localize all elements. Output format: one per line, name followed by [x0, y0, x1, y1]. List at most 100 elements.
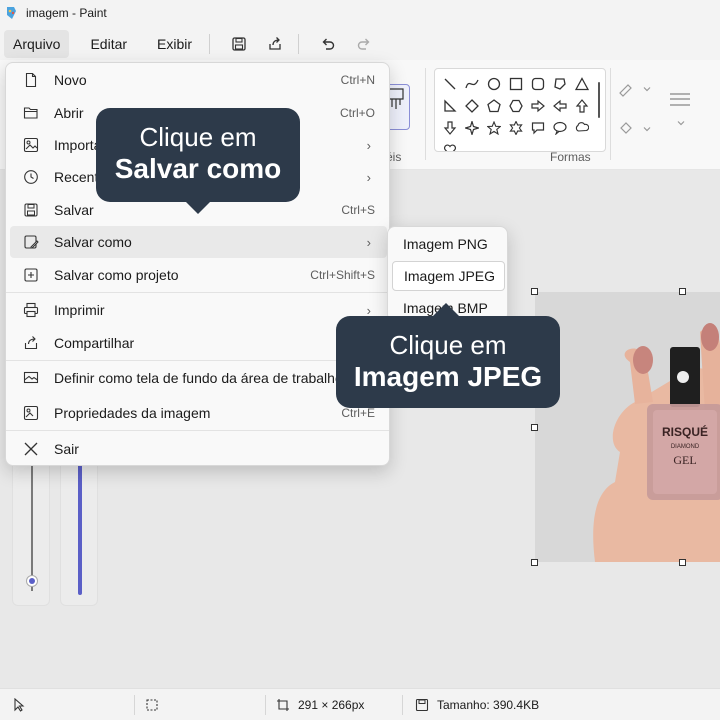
- shortcut-label: Ctrl+E: [341, 406, 375, 420]
- submenu-item-jpeg[interactable]: Imagem JPEG: [392, 261, 505, 291]
- menu-separator: [6, 292, 389, 293]
- menu-item-label: Abrir: [54, 105, 84, 121]
- shortcut-label: Ctrl+O: [339, 106, 375, 120]
- menu-item-label: Definir como tela de fundo da área de tr…: [54, 370, 343, 386]
- resize-handle[interactable]: [679, 559, 686, 566]
- menu-item-label: Imprimir: [54, 302, 105, 318]
- canvas-size: 291 × 266px: [266, 689, 402, 720]
- menu-item-label: Salvar: [54, 202, 94, 218]
- paint-app-icon: [7, 7, 16, 19]
- down-arrow-shape-icon[interactable]: [439, 117, 461, 139]
- title-bar: imagem - Paint: [0, 0, 720, 26]
- callout-line1: Clique em: [389, 330, 507, 360]
- shortcut-label: Ctrl+Shift+S: [310, 268, 375, 282]
- chevron-down-icon: [677, 121, 685, 126]
- curve-shape-icon[interactable]: [461, 73, 483, 95]
- menu-view[interactable]: Exibir: [148, 30, 201, 58]
- file-size: Tamanho: 390.4KB: [403, 689, 539, 720]
- wallpaper-icon: [22, 369, 40, 387]
- hexagon-shape-icon[interactable]: [505, 95, 527, 117]
- recent-icon: [22, 168, 40, 186]
- cloud-callout-shape-icon[interactable]: [571, 117, 593, 139]
- menu-item-label: Novo: [54, 72, 87, 88]
- ribbon-divider: [610, 68, 611, 160]
- menu-item-set-wallpaper[interactable]: Definir como tela de fundo da área de tr…: [10, 362, 387, 394]
- opacity-slider-track[interactable]: [78, 461, 82, 595]
- outline-icon: [619, 84, 632, 97]
- menu-bar: Arquivo Editar Exibir: [0, 28, 720, 60]
- menu-divider: [209, 34, 211, 54]
- resize-handle[interactable]: [531, 559, 538, 566]
- callout-jpeg: Clique em Imagem JPEG: [336, 316, 560, 408]
- image-canvas[interactable]: RISQUÉ DIAMOND GEL: [535, 292, 720, 562]
- resize-handle[interactable]: [531, 288, 538, 295]
- rectangle-shape-icon[interactable]: [505, 73, 527, 95]
- window-title: imagem - Paint: [26, 6, 107, 20]
- oval-callout-shape-icon[interactable]: [549, 117, 571, 139]
- shortcut-label: Ctrl+N: [340, 73, 375, 87]
- callout-tail: [432, 303, 460, 317]
- canvas-size-icon: [277, 698, 289, 711]
- line-shape-icon[interactable]: [439, 73, 461, 95]
- rounded-rectangle-shape-icon[interactable]: [527, 73, 549, 95]
- bottle-brand-label: RISQUÉ: [662, 424, 708, 439]
- menu-item-exit[interactable]: Sair: [10, 433, 387, 465]
- menu-item-save-as[interactable]: Salvar como ›: [10, 226, 387, 258]
- save-as-icon: [22, 233, 40, 251]
- callout-line1: Clique em: [139, 122, 257, 152]
- right-arrow-shape-icon[interactable]: [527, 95, 549, 117]
- share-icon[interactable]: [260, 30, 290, 58]
- menu-item-label: Propriedades da imagem: [54, 405, 211, 421]
- callout-tail: [184, 200, 212, 214]
- file-size-label: Tamanho: 390.4KB: [437, 697, 540, 712]
- save-icon[interactable]: [224, 30, 254, 58]
- menu-item-share[interactable]: Compartilhar: [10, 327, 387, 359]
- close-icon: [22, 440, 40, 458]
- menu-item-image-properties[interactable]: Propriedades da imagem Ctrl+E: [10, 397, 387, 429]
- shapes-group-label: Formas: [550, 150, 591, 164]
- redo-icon[interactable]: [349, 30, 379, 58]
- menu-item-save-as-project[interactable]: Salvar como projeto Ctrl+Shift+S: [10, 259, 387, 291]
- oval-shape-icon[interactable]: [483, 73, 505, 95]
- fill-dropdown[interactable]: [618, 120, 658, 138]
- new-file-icon: [22, 71, 40, 89]
- polygon-shape-icon[interactable]: [549, 73, 571, 95]
- share-icon: [22, 334, 40, 352]
- left-arrow-shape-icon[interactable]: [549, 95, 571, 117]
- save-project-icon: [22, 266, 40, 284]
- menu-item-new[interactable]: Novo Ctrl+N: [10, 64, 387, 96]
- shortcut-label: Ctrl+S: [341, 203, 375, 217]
- triangle-shape-icon[interactable]: [571, 73, 593, 95]
- nail-polish-photo: RISQUÉ DIAMOND GEL: [535, 292, 720, 562]
- chevron-down-icon: [643, 87, 651, 92]
- five-point-star-shape-icon[interactable]: [483, 117, 505, 139]
- menu-separator: [6, 430, 389, 431]
- up-arrow-shape-icon[interactable]: [571, 95, 593, 117]
- line-size-button[interactable]: [668, 90, 696, 130]
- bottle-sub-label: DIAMOND: [671, 444, 700, 450]
- menu-file[interactable]: Arquivo: [4, 30, 70, 58]
- outline-dropdown[interactable]: [618, 80, 658, 98]
- undo-icon[interactable]: [313, 30, 343, 58]
- cursor-position: [0, 689, 134, 720]
- four-point-star-shape-icon[interactable]: [461, 117, 483, 139]
- right-triangle-shape-icon[interactable]: [439, 95, 461, 117]
- shapes-scrollbar[interactable]: [598, 82, 600, 118]
- chevron-right-icon: ›: [366, 234, 371, 250]
- size-slider-thumb[interactable]: [26, 575, 38, 587]
- resize-handle[interactable]: [679, 288, 686, 295]
- selection-icon: [146, 698, 158, 711]
- size-slider-track[interactable]: [31, 461, 33, 591]
- callout-save-as: Clique em Salvar como: [96, 108, 300, 202]
- six-point-star-shape-icon[interactable]: [505, 117, 527, 139]
- menu-edit[interactable]: Editar: [81, 30, 136, 58]
- menu-item-print[interactable]: Imprimir ›: [10, 294, 387, 326]
- heart-shape-icon[interactable]: [439, 139, 461, 151]
- submenu-item-png[interactable]: Imagem PNG: [392, 229, 505, 259]
- pentagon-shape-icon[interactable]: [483, 95, 505, 117]
- resize-handle[interactable]: [531, 424, 538, 431]
- rectangular-callout-shape-icon[interactable]: [527, 117, 549, 139]
- printer-icon: [22, 301, 40, 319]
- chevron-down-icon: [643, 127, 651, 132]
- diamond-shape-icon[interactable]: [461, 95, 483, 117]
